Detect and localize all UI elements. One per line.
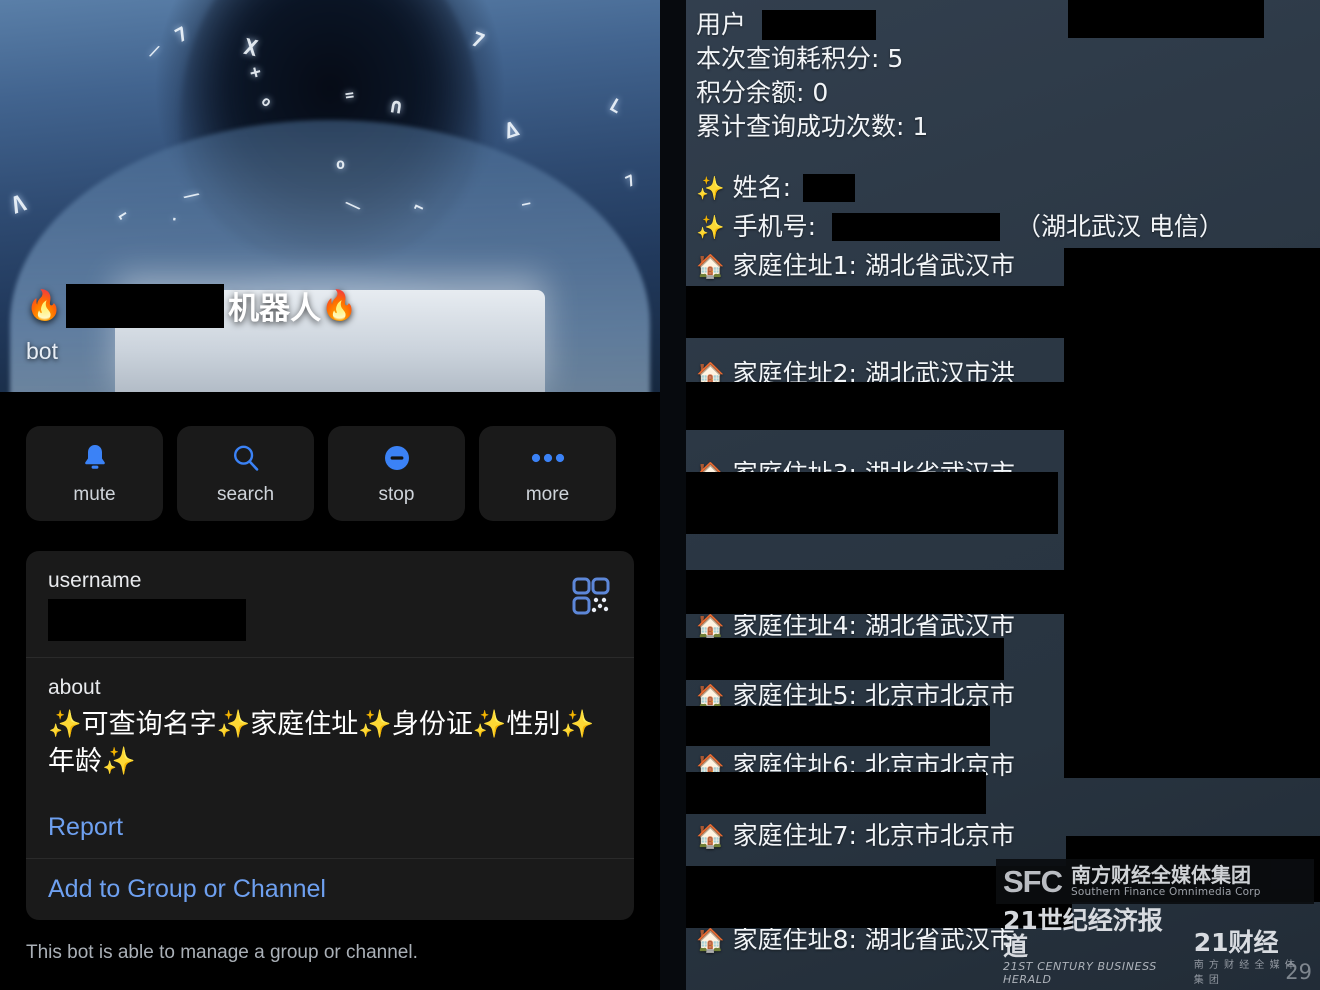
address-7-value: 北京市北京市	[864, 821, 1015, 850]
cost-line: 本次查询耗积分: 5	[696, 42, 1320, 75]
more-icon	[531, 441, 565, 475]
sparkle-icon-phone: ✨	[696, 215, 725, 241]
field-phone-line: ✨ 手机号: （湖北武汉 电信）	[696, 210, 1320, 245]
balance-label: 积分余额:	[696, 78, 805, 107]
panel-divider	[660, 0, 686, 990]
balance-value: 0	[812, 78, 829, 107]
report-link[interactable]: Report	[26, 797, 634, 858]
success-count-label: 累计查询成功次数:	[696, 112, 905, 141]
address-4-label: 家庭住址4:	[732, 611, 857, 640]
search-button[interactable]: search	[177, 426, 314, 521]
add-to-group-link[interactable]: Add to Group or Channel	[26, 857, 634, 920]
redaction-block-addr1b	[686, 286, 1074, 338]
bot-profile-panel: 7 / X + 7 = ∩ ∆ o o Λ / ⌐ · \ ⌐ – L 7 🔥 …	[0, 0, 660, 990]
house-icon-8: 🏠	[696, 928, 725, 954]
house-icon-1: 🏠	[696, 254, 725, 280]
about-value: ✨可查询名字✨家庭住址✨身份证✨性别✨年龄✨	[48, 709, 595, 778]
stop-icon	[382, 441, 412, 475]
qr-code-icon[interactable]	[572, 577, 610, 615]
watermark-names: 南方财经全媒体集团 Southern Finance Omnimedia Cor…	[1071, 863, 1261, 899]
search-button-label: search	[216, 484, 275, 505]
mute-button[interactable]: mute	[26, 426, 163, 521]
success-count-line: 累计查询成功次数: 1	[696, 110, 1320, 143]
name-redaction	[802, 174, 855, 202]
redaction-block-right-column	[1064, 248, 1320, 778]
more-button[interactable]: more	[479, 426, 616, 521]
phone-carrier: （湖北武汉 电信）	[1015, 212, 1224, 241]
stop-button[interactable]: stop	[328, 426, 465, 521]
redaction-block-addr5	[686, 638, 1004, 680]
account-user-redaction	[761, 10, 876, 40]
redaction-block-addr7	[686, 772, 986, 814]
address-1-label: 家庭住址1:	[732, 251, 857, 280]
query-result-panel: 用户 本次查询耗积分: 5 积分余额: 0 累计查询成功次数: 1 ✨ 姓名:	[686, 0, 1320, 990]
about-label: about	[48, 676, 101, 699]
sparkle-icon-name: ✨	[696, 176, 725, 202]
address-7-label: 家庭住址7:	[732, 821, 857, 850]
address-8-label: 家庭住址8:	[732, 925, 857, 954]
bot-title: 🔥 机器人 🔥	[26, 283, 357, 328]
redaction-block-addr2	[686, 382, 1064, 430]
watermark-number: 29	[1285, 960, 1312, 984]
watermark-brand1-en: 21ST CENTURY BUSINESS HERALD	[1003, 960, 1157, 986]
sfc-logo-text: SFC	[1003, 863, 1063, 899]
cost-label: 本次查询耗积分:	[696, 44, 880, 73]
watermark-top: SFC 南方财经全媒体集团 Southern Finance Omnimedia…	[996, 858, 1314, 904]
more-button-label: more	[525, 484, 570, 505]
fire-emoji-right: 🔥	[321, 289, 358, 322]
watermark-brand2-cn: 21财经	[1193, 927, 1279, 957]
cost-value: 5	[887, 44, 904, 73]
success-count-value: 1	[912, 112, 929, 141]
search-icon	[231, 441, 261, 475]
account-user-label: 用户	[696, 10, 747, 39]
redaction-block-addr3	[686, 472, 1058, 534]
balance-line: 积分余额: 0	[696, 76, 1320, 109]
screenshot-root: 7 / X + 7 = ∩ ∆ o o Λ / ⌐ · \ ⌐ – L 7 🔥 …	[0, 0, 1320, 990]
phone-label: 手机号:	[732, 212, 817, 241]
about-row: about ✨可查询名字✨家庭住址✨身份证✨性别✨年龄✨	[26, 657, 634, 797]
mute-button-label: mute	[73, 484, 116, 505]
house-icon-4: 🏠	[696, 614, 725, 640]
username-redaction	[48, 599, 246, 641]
username-row[interactable]: username	[26, 551, 634, 657]
phone-redaction	[831, 213, 1000, 241]
redaction-block-user	[1068, 0, 1264, 38]
address-4-value: 湖北省武汉市	[864, 611, 1015, 640]
bot-title-text: 机器人	[228, 291, 322, 326]
bot-name-redaction	[66, 283, 225, 328]
address-8-value: 湖北省武汉市	[864, 925, 1015, 954]
watermark-bottom: 21世纪经济报道 21ST CENTURY BUSINESS HERALD 21…	[996, 904, 1314, 986]
watermark-en-name: Southern Finance Omnimedia Corp	[1071, 886, 1261, 898]
watermark-brand-1: 21世纪经济报道 21ST CENTURY BUSINESS HERALD	[1003, 905, 1180, 986]
bot-footnote: This bot is able to manage a group or ch…	[26, 941, 418, 963]
username-label: username	[48, 569, 142, 592]
watermark: SFC 南方财经全媒体集团 Southern Finance Omnimedia…	[996, 858, 1314, 986]
watermark-cn-name: 南方财经全媒体集团	[1071, 863, 1251, 887]
fire-emoji-left: 🔥	[26, 289, 63, 322]
bot-subtitle: bot	[26, 338, 58, 364]
name-label: 姓名:	[732, 173, 792, 202]
bot-cover-image: 7 / X + 7 = ∩ ∆ o o Λ / ⌐ · \ ⌐ – L 7 🔥 …	[0, 0, 660, 392]
redaction-block-addr6	[686, 706, 990, 746]
bell-icon	[82, 441, 108, 475]
field-name-line: ✨ 姓名:	[696, 171, 1320, 206]
address-1-value: 湖北省武汉市	[864, 251, 1015, 280]
bot-info-card: username about ✨可查询名字✨家庭住址✨身份证✨性别✨年龄✨ Re…	[26, 551, 634, 920]
house-icon-7: 🏠	[696, 824, 725, 850]
action-button-row: mute search stop more	[0, 392, 660, 521]
redaction-block-addr4	[686, 570, 1064, 614]
stop-button-label: stop	[378, 484, 415, 505]
watermark-brand1-cn: 21世纪经济报道	[1003, 905, 1163, 961]
